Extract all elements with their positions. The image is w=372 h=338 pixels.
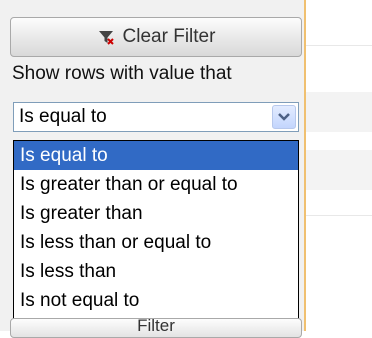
filter-popup: Clear Filter Show rows with value that I… (0, 0, 306, 338)
operator-select[interactable]: Is equal to (13, 102, 299, 132)
grid-row-band (300, 150, 372, 190)
operator-options-list: Is equal to Is greater than or equal to … (13, 140, 299, 320)
operator-option-not-equal[interactable]: Is not equal to (14, 286, 298, 315)
clear-filter-icon (97, 28, 115, 46)
operator-select-value: Is equal to (19, 106, 107, 127)
grid-divider (300, 45, 372, 46)
operator-option-is-equal-to[interactable]: Is equal to (14, 141, 298, 170)
operator-option-greater-than[interactable]: Is greater than (14, 199, 298, 228)
operator-option-less-than[interactable]: Is less than (14, 257, 298, 286)
grid-row-band (300, 92, 372, 132)
clear-filter-label: Clear Filter (122, 26, 216, 47)
filter-button-label: Filter (137, 318, 175, 335)
operator-option-less-or-equal[interactable]: Is less than or equal to (14, 228, 298, 257)
operator-option-greater-or-equal[interactable]: Is greater than or equal to (14, 170, 298, 199)
chevron-down-icon[interactable] (272, 105, 296, 129)
clear-filter-button[interactable]: Clear Filter (10, 17, 302, 57)
filter-instruction-label: Show rows with value that (12, 63, 232, 84)
filter-button[interactable]: Filter (10, 318, 302, 338)
grid-divider (300, 215, 372, 216)
